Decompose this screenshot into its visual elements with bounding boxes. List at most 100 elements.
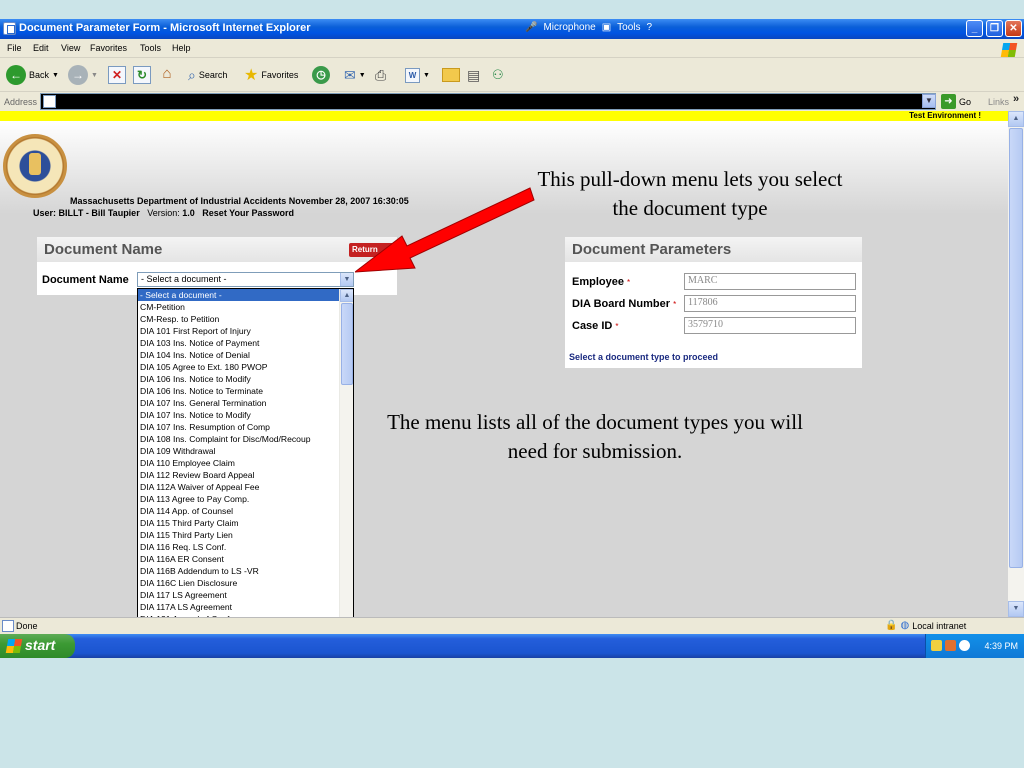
ie-window: Document Parameter Form - Microsoft Inte… [0, 19, 1024, 658]
address-input[interactable] [40, 93, 936, 110]
menu-tools[interactable]: Tools [140, 43, 161, 53]
page-scroll-up-icon[interactable]: ▲ [1008, 111, 1024, 127]
dropdown-option[interactable]: DIA 116C Lien Disclosure [138, 577, 340, 589]
chevron-down-icon[interactable]: ▼ [340, 273, 353, 286]
dropdown-scroll-thumb[interactable] [341, 303, 353, 385]
edit-button[interactable]: W ▼ [405, 64, 430, 86]
mail-tray-icon[interactable] [931, 640, 942, 651]
clock[interactable]: 4:39 PM [984, 641, 1018, 651]
stop-button[interactable]: ✕ [108, 64, 126, 86]
forward-dropdown-icon[interactable]: ▼ [91, 72, 98, 79]
dropdown-option[interactable]: DIA 105 Agree to Ext. 180 PWOP [138, 361, 340, 373]
dropdown-option[interactable]: DIA 112 Review Board Appeal [138, 469, 340, 481]
dropdown-option[interactable]: DIA 108 Ins. Complaint for Disc/Mod/Reco… [138, 433, 340, 445]
reset-password-link[interactable]: Reset Your Password [202, 208, 294, 218]
start-label: start [25, 637, 56, 653]
dropdown-option[interactable]: DIA 116 Req. LS Conf. [138, 541, 340, 553]
history-button[interactable]: ◷ [312, 64, 330, 86]
page-scrollbar[interactable]: ▲ ▼ [1008, 111, 1024, 617]
search-icon: ⌕ [188, 66, 196, 83]
title-bar[interactable]: Document Parameter Form - Microsoft Inte… [0, 19, 1024, 39]
dropdown-option[interactable]: DIA 114 App. of Counsel [138, 505, 340, 517]
dropdown-option[interactable]: DIA 104 Ins. Notice of Denial [138, 349, 340, 361]
dropdown-option[interactable]: - Select a document - [138, 289, 340, 301]
dropdown-option[interactable]: DIA 113 Agree to Pay Comp. [138, 493, 340, 505]
microphone-icon[interactable]: 🎤 [525, 22, 537, 33]
red-arrow-pointer [355, 187, 535, 273]
dropdown-option[interactable]: DIA 115 Third Party Claim [138, 517, 340, 529]
dropdown-option[interactable]: DIA 103 Ins. Notice of Payment [138, 337, 340, 349]
dropdown-option[interactable]: DIA 116B Addendum to LS -VR [138, 565, 340, 577]
board-number-field[interactable]: 117806 [684, 295, 856, 312]
mail-icon: ✉ [344, 66, 356, 83]
minimize-button[interactable]: _ [966, 20, 983, 37]
scroll-up-icon[interactable]: ▲ [340, 289, 353, 302]
home-button[interactable]: ⌂ [158, 64, 176, 86]
search-button[interactable]: ⌕ Search [188, 64, 227, 86]
chevron-right-icon[interactable]: » [1013, 93, 1019, 105]
dropdown-option[interactable]: DIA 107 Ins. General Termination [138, 397, 340, 409]
tools-icon[interactable]: ▣ [602, 22, 611, 33]
mail-dropdown-icon[interactable]: ▼ [359, 72, 366, 79]
dropdown-option[interactable]: CM-Petition [138, 301, 340, 313]
favorites-button[interactable]: ★ Favorites [244, 64, 298, 86]
dropdown-scrollbar[interactable]: ▲ ▼ [339, 289, 353, 617]
back-icon: ← [6, 65, 26, 85]
help-icon[interactable]: ? [647, 22, 653, 33]
dropdown-option[interactable]: DIA 106 Ins. Notice to Modify [138, 373, 340, 385]
dropdown-option[interactable]: DIA 110 Employee Claim [138, 457, 340, 469]
document-select[interactable]: - Select a document - ▼ [137, 272, 354, 287]
folder-icon [442, 68, 460, 82]
research-button[interactable]: ▤ [467, 64, 480, 86]
case-id-field[interactable]: 3579710 [684, 317, 856, 334]
dropdown-option[interactable]: DIA 101 First Report of Injury [138, 325, 340, 337]
menu-file[interactable]: File [7, 43, 22, 53]
mail-button[interactable]: ✉ ▼ [344, 64, 366, 86]
close-button[interactable]: ✕ [1005, 20, 1022, 37]
dropdown-option[interactable]: DIA 117 LS Agreement [138, 589, 340, 601]
dropdown-option[interactable]: DIA 107 Ins. Resumption of Comp [138, 421, 340, 433]
network-tray-icon[interactable] [959, 640, 970, 651]
tools-button[interactable]: Tools [617, 22, 640, 33]
address-bar: Address ▼ ➜ Go Links » [0, 91, 1024, 111]
print-button[interactable]: ⎙ [375, 64, 386, 86]
menu-help[interactable]: Help [172, 43, 191, 53]
menu-favorites[interactable]: Favorites [90, 43, 127, 53]
security-zone: 🔒 ◍ Local intranet [885, 620, 966, 631]
refresh-button[interactable]: ↻ [133, 64, 151, 86]
document-parameters-title: Document Parameters [565, 237, 862, 262]
menu-edit[interactable]: Edit [33, 43, 49, 53]
dropdown-option[interactable]: DIA 116A ER Consent [138, 553, 340, 565]
dropdown-option[interactable]: DIA 112A Waiver of Appeal Fee [138, 481, 340, 493]
dropdown-option[interactable]: CM-Resp. to Petition [138, 313, 340, 325]
research-icon: ▤ [467, 66, 481, 83]
app-tray-icon[interactable] [945, 640, 956, 651]
dropdown-option[interactable]: DIA 117A LS Agreement [138, 601, 340, 613]
back-button[interactable]: ← Back ▼ [6, 64, 59, 86]
ie-page-icon [2, 620, 14, 632]
edit-dropdown-icon[interactable]: ▼ [423, 72, 430, 79]
folder-button[interactable] [442, 64, 460, 86]
links-label[interactable]: Links [988, 97, 1009, 107]
employee-label: Employee * [572, 276, 630, 288]
windows-flag-icon [1000, 43, 1018, 57]
dropdown-option[interactable]: DIA 115 Third Party Lien [138, 529, 340, 541]
restore-button[interactable]: ❐ [986, 20, 1003, 37]
dropdown-option[interactable]: DIA 121 Appeal of Conf. [138, 613, 340, 617]
employee-field[interactable]: MARC [684, 273, 856, 290]
forward-button[interactable]: → ▼ [68, 64, 98, 86]
page-scroll-down-icon[interactable]: ▼ [1008, 601, 1024, 617]
start-button[interactable]: start [0, 634, 75, 658]
microphone-button[interactable]: Microphone [543, 22, 595, 33]
menu-view[interactable]: View [61, 43, 80, 53]
dropdown-option[interactable]: DIA 109 Withdrawal [138, 445, 340, 457]
document-dropdown-list[interactable]: - Select a document - CM-Petition CM-Resp.… [137, 288, 354, 617]
messenger-button[interactable]: ⚇ [492, 64, 504, 86]
back-dropdown-icon[interactable]: ▼ [52, 72, 59, 79]
dropdown-option[interactable]: DIA 107 Ins. Notice to Modify [138, 409, 340, 421]
dropdown-option[interactable]: DIA 106 Ins. Notice to Terminate [138, 385, 340, 397]
version-value: 1.0 [182, 208, 195, 218]
page-scroll-thumb[interactable] [1009, 128, 1023, 568]
address-dropdown-icon[interactable]: ▼ [922, 94, 936, 108]
go-button[interactable]: ➜ Go [941, 94, 971, 109]
